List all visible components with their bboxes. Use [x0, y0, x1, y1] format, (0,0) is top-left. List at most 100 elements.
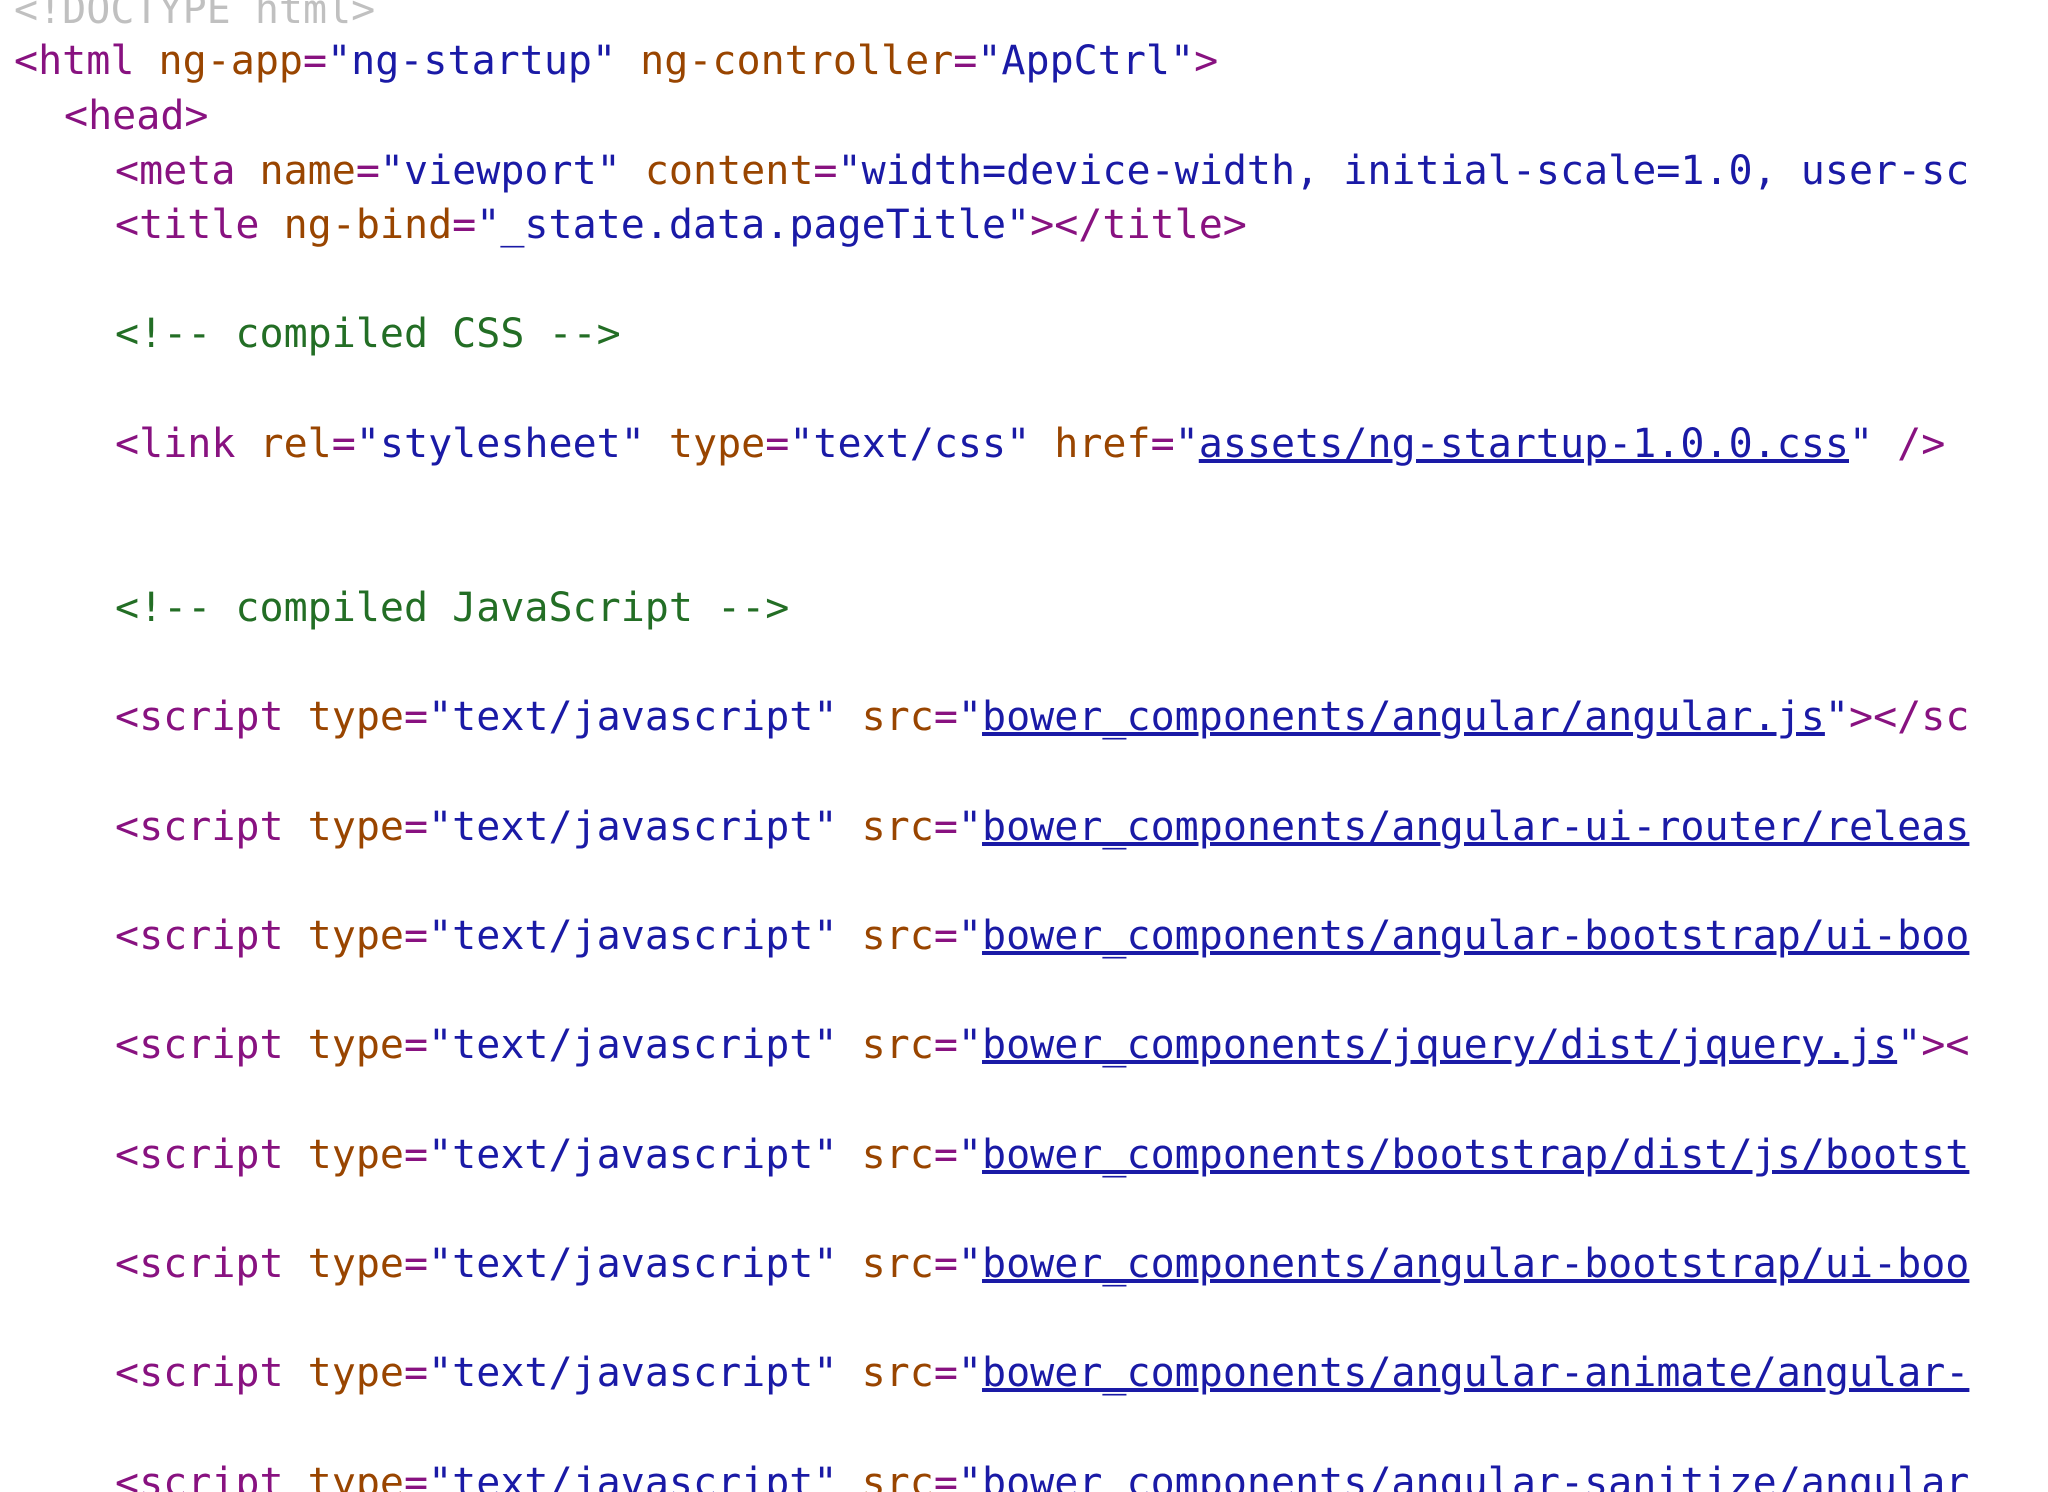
source-link[interactable]: bower_components/angular-bootstrap/ui-bo… [982, 913, 1969, 959]
tag-token [837, 1350, 861, 1396]
tag-token [837, 1132, 861, 1178]
tag-token: <script [115, 1022, 308, 1068]
tag-token: <script [115, 913, 308, 959]
attribute-value: "text/javascript" [428, 694, 838, 740]
tag-token [616, 38, 640, 84]
attribute-value: "AppCtrl" [977, 38, 1195, 84]
attribute-value: "text/javascript" [428, 1132, 838, 1178]
attribute-name: ng-app [158, 38, 304, 84]
tag-token: ></title> [1030, 202, 1247, 248]
attribute-value: "stylesheet" [355, 421, 645, 467]
attribute-name: type [307, 1460, 404, 1492]
tag-token: = [1150, 421, 1175, 467]
tag-token: <head> [64, 93, 209, 139]
tag-token [1030, 421, 1054, 467]
tag-token: = [933, 1460, 958, 1492]
source-link[interactable]: bower_components/jquery/dist/jquery.js [982, 1022, 1897, 1068]
tag-token: = [813, 148, 838, 194]
attribute-name: type [307, 1350, 404, 1396]
attribute-value: " [1849, 421, 1874, 467]
tag-token: = [403, 804, 429, 850]
tag-token: = [953, 38, 978, 84]
attribute-name: src [861, 1022, 934, 1068]
source-link[interactable]: bower_components/angular-ui-router/relea… [982, 804, 1969, 850]
tag-token [837, 1241, 861, 1287]
attribute-value: "ng-startup" [327, 38, 617, 84]
tag-token: = [933, 804, 958, 850]
tag-token: = [933, 1132, 958, 1178]
attribute-name: src [861, 913, 934, 959]
source-link[interactable]: assets/ng-startup-1.0.0.css [1199, 421, 1849, 467]
source-link[interactable]: bower_components/angular-bootstrap/ui-bo… [982, 1241, 1969, 1287]
tag-token: ></sc [1848, 694, 1970, 740]
source-link[interactable]: bower_components/angular-sanitize/angula… [982, 1460, 1969, 1492]
attribute-name: src [861, 1132, 934, 1178]
attribute-value: " [1174, 421, 1199, 467]
attribute-name: type [307, 1132, 404, 1178]
attribute-value: " [957, 913, 983, 959]
attribute-name: src [861, 1460, 934, 1492]
code-line-head-open: <head> [14, 88, 209, 144]
tag-token: = [765, 421, 790, 467]
code-line-comment-css: <!-- compiled CSS --> [14, 306, 621, 362]
attribute-value: "text/javascript" [428, 1350, 838, 1396]
attribute-name: type [307, 804, 404, 850]
attribute-name: rel [259, 421, 332, 467]
attribute-value: "text/javascript" [428, 1460, 838, 1492]
attribute-value: " [957, 1241, 983, 1287]
attribute-name: ng-bind [283, 202, 453, 248]
tag-token: = [403, 1241, 429, 1287]
code-line-script-sanitize: <script type="text/javascript" src="bowe… [14, 1455, 1969, 1492]
tag-token: = [403, 1132, 429, 1178]
tag-token: <script [115, 804, 308, 850]
tag-token: = [403, 913, 429, 959]
attribute-name: name [259, 148, 356, 194]
tag-token [645, 421, 669, 467]
tag-token: = [452, 202, 477, 248]
tag-token: <meta [115, 148, 260, 194]
tag-token: <script [115, 1350, 308, 1396]
comment-token: <!-- compiled CSS --> [115, 311, 621, 357]
attribute-value: "text/javascript" [428, 913, 838, 959]
attribute-value: "viewport" [379, 148, 621, 194]
source-link[interactable]: bower_components/angular-animate/angular… [982, 1350, 1969, 1396]
attribute-value: " [957, 1022, 983, 1068]
code-line-html-open: <html ng-app="ng-startup" ng-controller=… [14, 33, 1218, 89]
tag-token: <script [115, 1132, 308, 1178]
tag-token [837, 804, 861, 850]
tag-token: <script [115, 1460, 308, 1492]
code-line-comment-js: <!-- compiled JavaScript --> [14, 580, 789, 636]
tag-token [837, 1022, 861, 1068]
attribute-name: ng-controller [640, 38, 954, 84]
tag-token: >< [1921, 1022, 1970, 1068]
code-line-script-animate: <script type="text/javascript" src="bowe… [14, 1345, 1969, 1401]
attribute-name: src [861, 804, 934, 850]
tag-token: = [403, 1022, 429, 1068]
attribute-name: type [307, 1022, 404, 1068]
tag-token: = [403, 1460, 429, 1492]
page-source-view: <!DOCTYPE html> <html ng-app="ng-startup… [14, 0, 2048, 1492]
attribute-name: src [861, 694, 934, 740]
source-link[interactable]: bower_components/bootstrap/dist/js/boots… [982, 1132, 1969, 1178]
tag-token: = [403, 1350, 429, 1396]
source-link[interactable]: bower_components/angular/angular.js [982, 694, 1825, 740]
attribute-value: "text/javascript" [428, 1022, 838, 1068]
tag-token: <title [115, 202, 284, 248]
attribute-name: src [861, 1350, 934, 1396]
attribute-value: " [1824, 694, 1849, 740]
attribute-value: " [957, 694, 983, 740]
code-line-script-ui-bootstrap-2: <script type="text/javascript" src="bowe… [14, 1236, 1969, 1292]
attribute-value: " [957, 1460, 983, 1492]
tag-token: = [403, 694, 429, 740]
code-line-script-angular: <script type="text/javascript" src="bowe… [14, 689, 1969, 745]
attribute-value: " [1897, 1022, 1922, 1068]
attribute-name: type [307, 1241, 404, 1287]
attribute-value: " [957, 804, 983, 850]
code-line-script-ui-bootstrap: <script type="text/javascript" src="bowe… [14, 908, 1969, 964]
tag-token: = [933, 694, 958, 740]
comment-token: <!-- compiled JavaScript --> [115, 585, 790, 631]
tag-token: /> [1873, 421, 1946, 467]
tag-token: > [1194, 38, 1219, 84]
tag-token: <html [14, 38, 159, 84]
code-line-stylesheet-link: <link rel="stylesheet" type="text/css" h… [14, 416, 1945, 472]
